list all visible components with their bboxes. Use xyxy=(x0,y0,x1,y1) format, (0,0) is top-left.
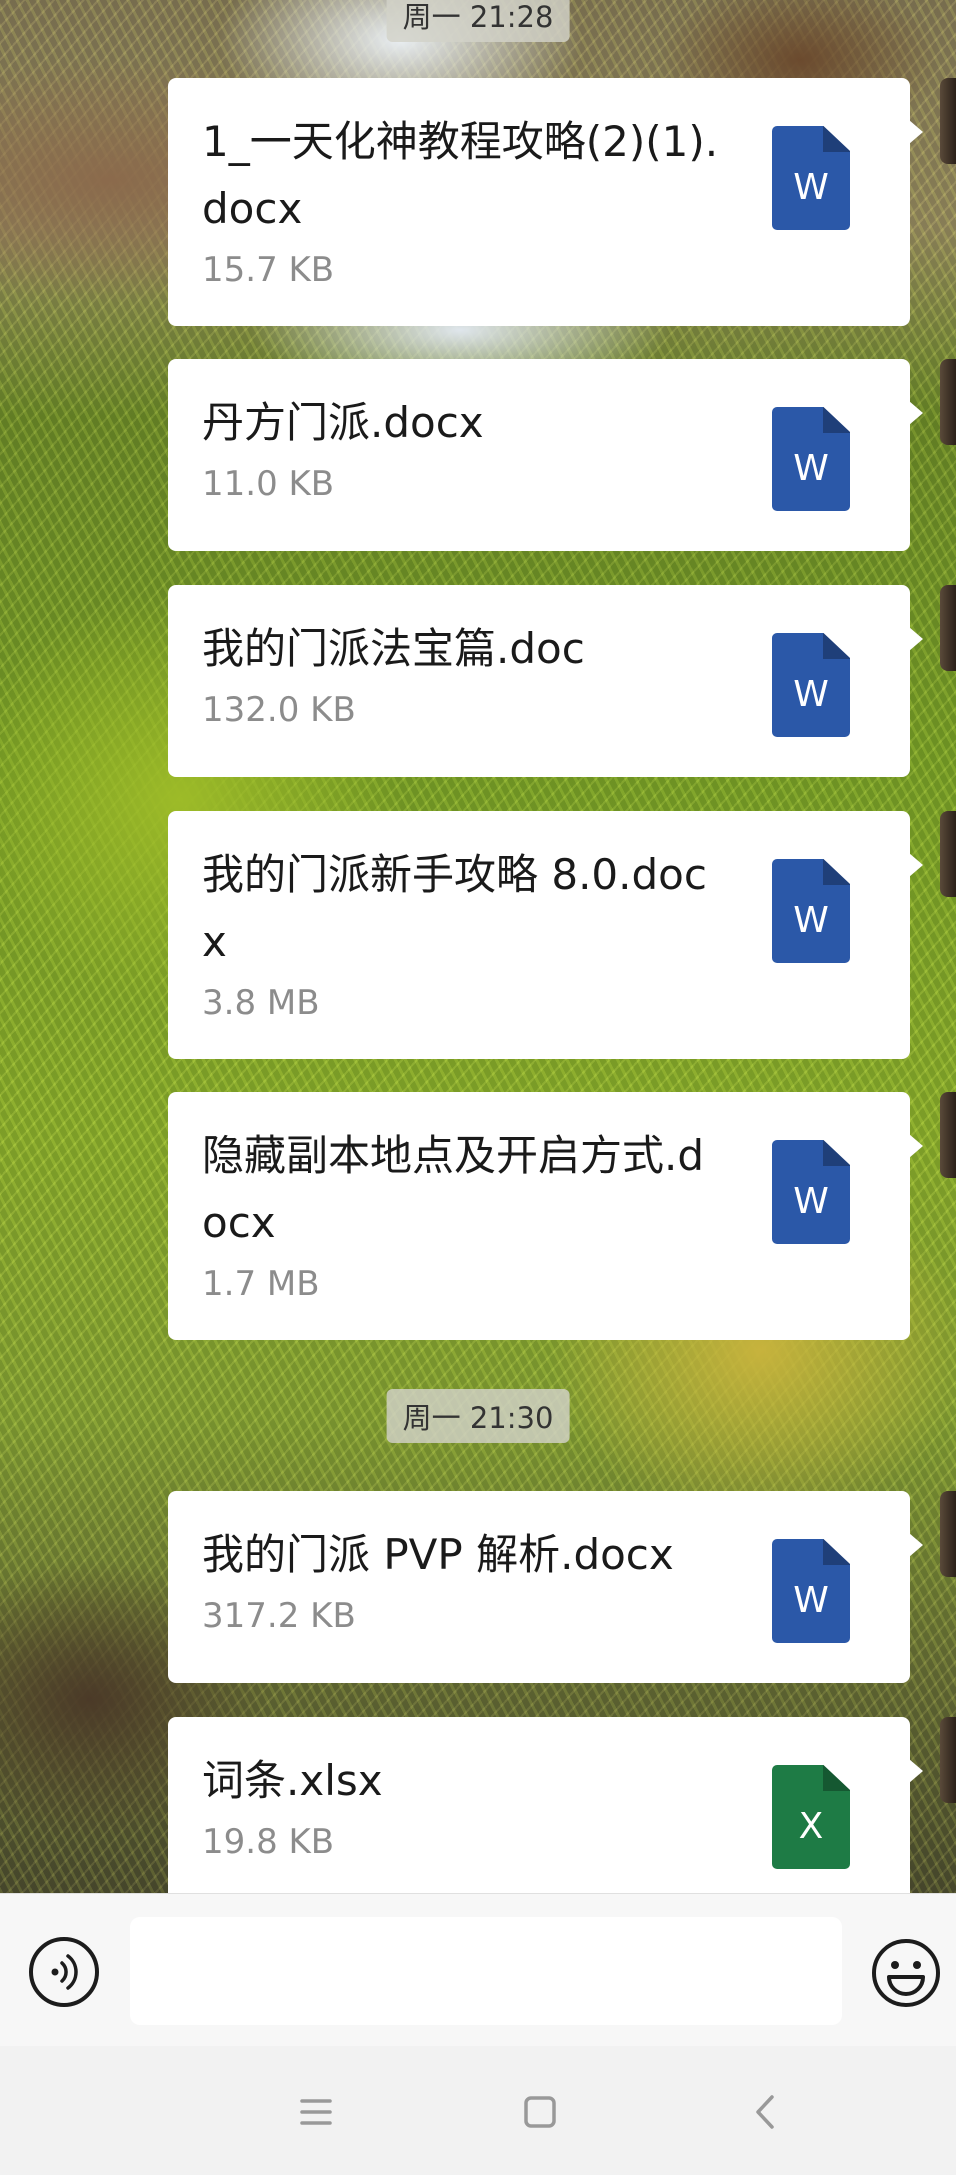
back-icon[interactable] xyxy=(736,2082,796,2142)
word-doc-icon: W xyxy=(772,859,850,963)
avatar[interactable] xyxy=(940,1717,956,1803)
chat-background: 周一 21:28 1_一天化神教程攻略(2)(1).docx 15.7 KB W… xyxy=(0,0,956,1893)
avatar[interactable] xyxy=(940,811,956,897)
timestamp: 周一 21:30 xyxy=(386,1389,570,1443)
file-message[interactable]: 我的门派法宝篇.doc 132.0 KB W xyxy=(168,585,923,777)
file-message[interactable]: 1_一天化神教程攻略(2)(1).docx 15.7 KB W xyxy=(168,78,923,326)
word-doc-icon: W xyxy=(772,633,850,737)
emoji-icon[interactable] xyxy=(870,1937,942,2009)
file-name: 丹方门派.docx xyxy=(202,398,484,447)
avatar[interactable] xyxy=(940,585,956,671)
timestamp: 周一 21:28 xyxy=(386,0,570,42)
word-doc-icon: W xyxy=(772,1539,850,1643)
home-icon[interactable] xyxy=(510,2082,570,2142)
avatar[interactable] xyxy=(940,1491,956,1577)
file-size: 1.7 MB xyxy=(202,1264,320,1304)
system-nav-bar xyxy=(0,2046,956,2175)
avatar[interactable] xyxy=(940,1092,956,1178)
file-name: 词条.xlsx xyxy=(202,1756,383,1805)
file-message[interactable]: 词条.xlsx 19.8 KB X xyxy=(168,1717,923,1893)
file-name: 我的门派新手攻略 8.0.docx xyxy=(202,850,707,966)
word-doc-icon: W xyxy=(772,126,850,230)
menu-icon[interactable] xyxy=(286,2082,346,2142)
chat-input-bar xyxy=(0,1893,956,2047)
file-message[interactable]: 我的门派新手攻略 8.0.docx 3.8 MB W xyxy=(168,811,923,1059)
excel-sheet-icon: X xyxy=(772,1765,850,1869)
file-message[interactable]: 丹方门派.docx 11.0 KB W xyxy=(168,359,923,551)
file-message[interactable]: 隐藏副本地点及开启方式.docx 1.7 MB W xyxy=(168,1092,923,1340)
word-doc-icon: W xyxy=(772,407,850,511)
message-input[interactable] xyxy=(130,1917,842,2025)
word-doc-icon: W xyxy=(772,1140,850,1244)
avatar[interactable] xyxy=(940,359,956,445)
file-name: 我的门派 PVP 解析.docx xyxy=(202,1530,674,1579)
file-size: 15.7 KB xyxy=(202,250,335,290)
voice-input-icon[interactable] xyxy=(29,1937,99,2007)
file-name: 隐藏副本地点及开启方式.docx xyxy=(202,1131,705,1247)
file-message[interactable]: 我的门派 PVP 解析.docx 317.2 KB W xyxy=(168,1491,923,1683)
avatar[interactable] xyxy=(940,78,956,164)
file-name: 1_一天化神教程攻略(2)(1).docx xyxy=(202,117,719,233)
file-size: 3.8 MB xyxy=(202,983,320,1023)
file-name: 我的门派法宝篇.doc xyxy=(202,624,585,673)
